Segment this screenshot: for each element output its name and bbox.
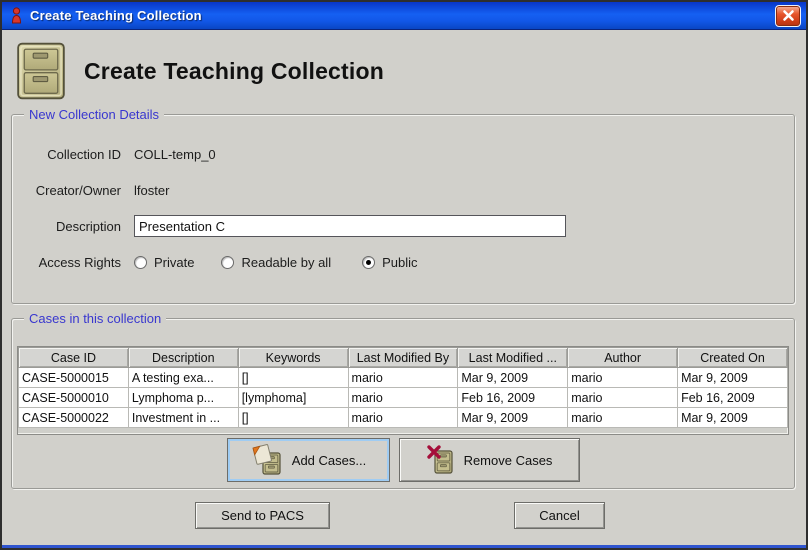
app-icon bbox=[10, 7, 23, 24]
cases-table: Case ID Description Keywords Last Modifi… bbox=[18, 347, 788, 428]
note-over-cabinet-icon bbox=[250, 444, 284, 476]
access-rights-label: Access Rights bbox=[12, 255, 134, 270]
send-to-pacs-button[interactable]: Send to PACS bbox=[195, 502, 330, 529]
col-keywords[interactable]: Keywords bbox=[238, 348, 348, 368]
table-row[interactable]: CASE-5000015 A testing exa... [] mario M… bbox=[19, 368, 788, 388]
table-row[interactable]: CASE-5000022 Investment in ... [] mario … bbox=[19, 408, 788, 428]
table-header-row: Case ID Description Keywords Last Modifi… bbox=[19, 348, 788, 368]
cancel-button[interactable]: Cancel bbox=[514, 502, 605, 529]
close-button[interactable] bbox=[775, 5, 801, 27]
group-legend: New Collection Details bbox=[24, 107, 164, 122]
creator-owner-value: lfoster bbox=[134, 183, 794, 198]
col-last-modified[interactable]: Last Modified ... bbox=[458, 348, 568, 368]
radio-circle bbox=[134, 256, 147, 269]
description-input[interactable] bbox=[134, 215, 566, 237]
create-teaching-collection-dialog: Create Teaching Collection bbox=[0, 0, 808, 550]
new-collection-details-group: New Collection Details Collection ID COL… bbox=[11, 114, 795, 304]
collection-id-value: COLL-temp_0 bbox=[134, 147, 794, 162]
group-legend: Cases in this collection bbox=[24, 311, 166, 326]
add-cases-label: Add Cases... bbox=[292, 453, 366, 468]
col-description[interactable]: Description bbox=[128, 348, 238, 368]
red-x-cabinet-icon bbox=[426, 444, 456, 476]
remove-cases-button[interactable]: Remove Cases bbox=[399, 438, 580, 482]
cases-group: Cases in this collection Case ID Descrip… bbox=[11, 318, 795, 489]
radio-readable-by-all[interactable]: Readable by all bbox=[221, 255, 331, 270]
radio-circle bbox=[362, 256, 375, 269]
footer: Send to PACS Cancel bbox=[2, 489, 806, 548]
add-cases-button[interactable]: Add Cases... bbox=[227, 438, 390, 482]
access-rights-radio-group: Private Readable by all Public bbox=[134, 255, 794, 270]
col-created-on[interactable]: Created On bbox=[678, 348, 788, 368]
col-author[interactable]: Author bbox=[568, 348, 678, 368]
file-cabinet-icon bbox=[16, 42, 66, 100]
radio-public[interactable]: Public bbox=[362, 255, 417, 270]
dialog-header: Create Teaching Collection bbox=[2, 31, 806, 111]
creator-owner-label: Creator/Owner bbox=[12, 183, 134, 198]
remove-cases-label: Remove Cases bbox=[464, 453, 553, 468]
radio-private[interactable]: Private bbox=[134, 255, 194, 270]
window-bottom-accent bbox=[2, 545, 806, 548]
titlebar[interactable]: Create Teaching Collection bbox=[2, 2, 806, 30]
close-icon bbox=[782, 9, 795, 22]
window-title: Create Teaching Collection bbox=[30, 8, 775, 23]
col-last-modified-by[interactable]: Last Modified By bbox=[348, 348, 458, 368]
page-title: Create Teaching Collection bbox=[84, 58, 384, 85]
collection-id-label: Collection ID bbox=[12, 147, 134, 162]
description-label: Description bbox=[12, 219, 134, 234]
col-case-id[interactable]: Case ID bbox=[19, 348, 129, 368]
radio-circle bbox=[221, 256, 234, 269]
cases-table-scrollpane[interactable]: Case ID Description Keywords Last Modifi… bbox=[17, 346, 789, 435]
table-row[interactable]: CASE-5000010 Lymphoma p... [lymphoma] ma… bbox=[19, 388, 788, 408]
